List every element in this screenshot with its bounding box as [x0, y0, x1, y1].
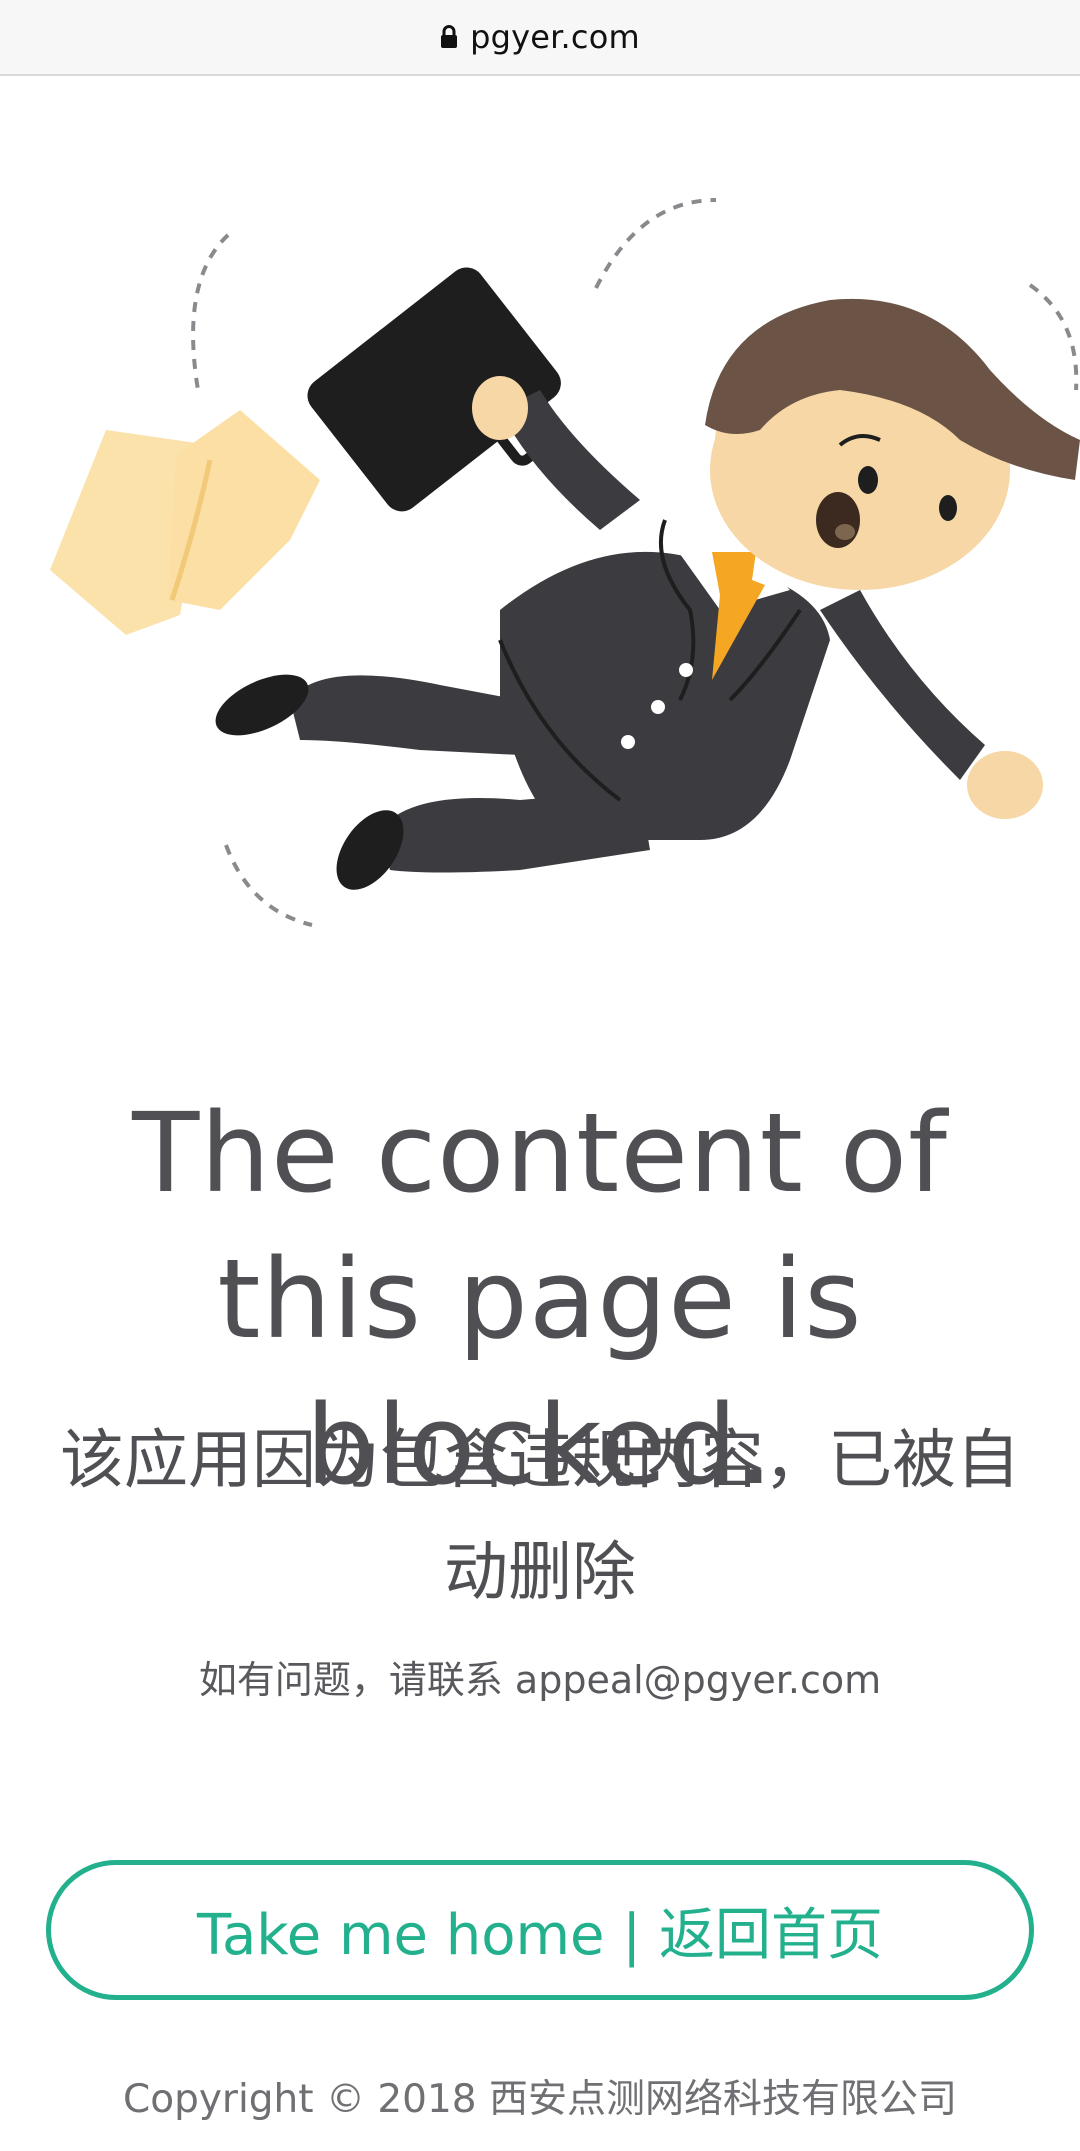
head	[705, 298, 1080, 590]
browser-address-bar[interactable]: pgyer.com	[0, 0, 1080, 76]
contact-info: 如有问题，请联系 appeal@pgyer.com	[198, 1658, 882, 1702]
extended-arm	[820, 590, 985, 780]
jacket-button-3	[621, 735, 635, 749]
extended-hand	[967, 751, 1043, 819]
motion-arc-bottom-left	[224, 844, 313, 927]
motion-arc-right	[1028, 283, 1079, 391]
page: pgyer.com The content of this page is bl…	[0, 0, 1080, 2151]
jacket-button-2	[651, 700, 665, 714]
falling-businessman-illustration	[0, 140, 1080, 940]
jacket-button-1	[679, 663, 693, 677]
address-domain: pgyer.com	[470, 18, 640, 56]
lock-icon	[440, 25, 458, 49]
take-me-home-button[interactable]: Take me home | 返回首页	[46, 1860, 1034, 2000]
torso	[500, 551, 830, 840]
motion-arc-left-top	[191, 233, 230, 391]
motion-arc-top	[594, 198, 717, 289]
copyright: Copyright © 2018 西安点测网络科技有限公司	[122, 2077, 957, 2122]
back-leg	[290, 675, 520, 755]
papers	[50, 410, 320, 635]
blocked-notice-chinese: 该应用因为包含违规内容，已被自动删除	[60, 1424, 1020, 1610]
raised-hand	[472, 376, 528, 440]
